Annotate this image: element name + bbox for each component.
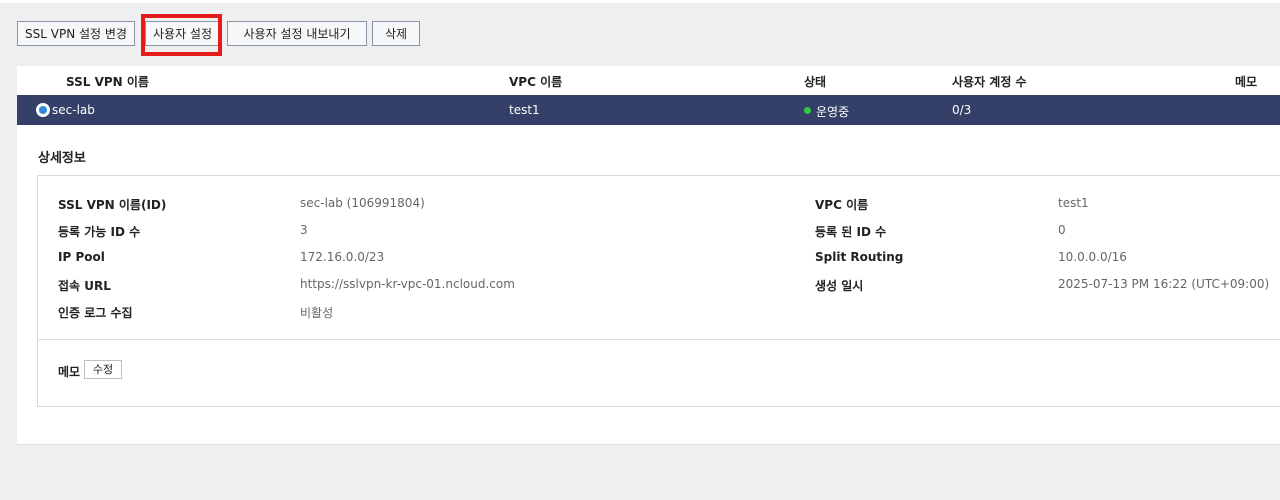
memo-edit-button[interactable]: 수정 [84,360,122,379]
details-title: 상세정보 [38,151,86,166]
detail-value: 2025-07-13 PM 16:22 (UTC+09:00) [1058,277,1270,291]
row-radio-button[interactable] [36,103,50,117]
detail-value: 172.16.0.0/23 [300,250,385,264]
detail-label: Split Routing [815,250,904,264]
column-header-name: SSL VPN 이름 [66,75,149,89]
detail-label: 인증 로그 수집 [58,306,133,320]
detail-label: 등록 가능 ID 수 [58,225,141,239]
details-box: SSL VPN 이름(ID) sec-lab (106991804) 등록 가능… [37,175,1280,407]
row-vpc: test1 [509,103,540,117]
status-dot-icon [804,107,811,114]
table-header: SSL VPN 이름 VPC 이름 상태 사용자 계정 수 메모 [17,66,1280,95]
detail-label: 접속 URL [58,279,111,293]
export-user-settings-button[interactable]: 사용자 설정 내보내기 [227,21,367,46]
change-ssl-vpn-settings-button[interactable]: SSL VPN 설정 변경 [17,21,135,46]
detail-value: sec-lab (106991804) [300,196,425,210]
top-strip [0,0,1280,3]
detail-value: 비활성 [300,306,334,320]
detail-value: 0 [1058,223,1066,237]
detail-label: 생성 일시 [815,279,864,293]
detail-value: test1 [1058,196,1089,210]
column-header-user-count: 사용자 계정 수 [952,75,1027,89]
detail-value: 3 [300,223,308,237]
highlight-box [141,14,222,56]
table-row[interactable]: sec-lab test1 운영중 0/3 [17,95,1280,125]
divider [38,339,1280,340]
memo-label: 메모 [58,365,81,379]
detail-value: 10.0.0.0/16 [1058,250,1127,264]
detail-label: IP Pool [58,250,105,264]
column-header-status: 상태 [804,75,827,89]
column-header-vpc: VPC 이름 [509,75,563,89]
detail-label: SSL VPN 이름(ID) [58,198,167,212]
row-status: 운영중 [816,105,850,119]
detail-label: 등록 된 ID 수 [815,225,887,239]
column-header-memo: 메모 [1235,75,1258,89]
vpn-list-panel: SSL VPN 이름 VPC 이름 상태 사용자 계정 수 메모 sec-lab… [17,66,1280,445]
detail-value: https://sslvpn-kr-vpc-01.ncloud.com [300,277,515,291]
row-user-count: 0/3 [952,103,972,117]
detail-label: VPC 이름 [815,198,869,212]
row-name: sec-lab [52,103,95,117]
delete-button[interactable]: 삭제 [372,21,420,46]
